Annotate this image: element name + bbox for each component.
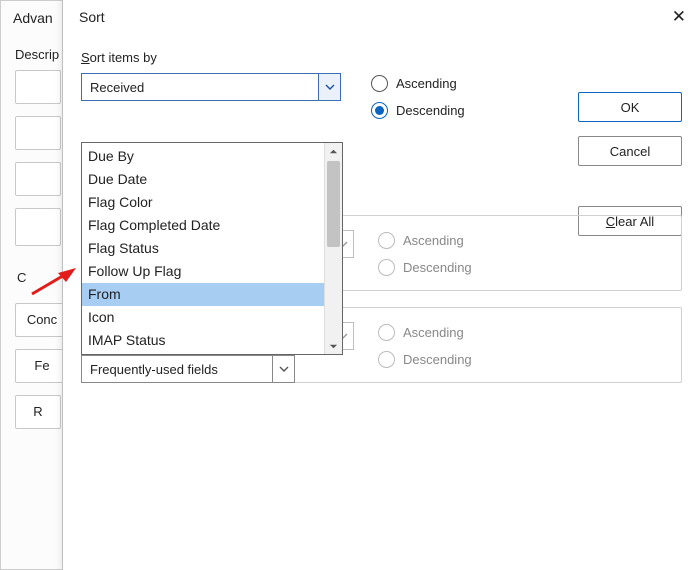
available-fields-value: Frequently-used fields — [90, 362, 218, 377]
sort-title: Sort — [79, 9, 105, 25]
sort-dialog: Sort ✕ OK Cancel Clear All Sort items by… — [62, 0, 700, 570]
descending-label: Descending — [403, 352, 472, 367]
dropdown-item[interactable]: IMAP Status — [82, 329, 324, 352]
radio-icon — [371, 75, 388, 92]
dropdown-scrollbar[interactable] — [324, 143, 342, 354]
scroll-down-icon[interactable] — [325, 338, 342, 354]
under-button-4[interactable] — [15, 208, 61, 246]
available-fields-combo[interactable]: Frequently-used fields — [81, 355, 295, 383]
under-button-2[interactable] — [15, 116, 61, 150]
sort-field-1-combo[interactable]: Received — [81, 73, 341, 101]
radio-icon — [378, 232, 395, 249]
format-button[interactable]: Fe — [15, 349, 69, 383]
sort2-ascending-radio: Ascending — [378, 232, 472, 249]
dropdown-item[interactable]: Flag Completed Date — [82, 214, 324, 237]
radio-icon — [378, 324, 395, 341]
ascending-label: Ascending — [396, 76, 457, 91]
sort-items-by-label: Sort items by — [81, 50, 682, 65]
dropdown-item[interactable]: Due By — [82, 145, 324, 168]
dropdown-item[interactable]: Due Date — [82, 168, 324, 191]
dropdown-item[interactable]: Flag Color — [82, 191, 324, 214]
scroll-thumb[interactable] — [327, 161, 340, 247]
descending-label: Descending — [403, 260, 472, 275]
chevron-down-icon[interactable] — [272, 356, 294, 382]
dropdown-item-from[interactable]: From — [82, 283, 324, 306]
cancel-button[interactable]: Cancel — [578, 136, 682, 166]
sort-field-1-dropdown[interactable]: Due By Due Date Flag Color Flag Complete… — [81, 142, 343, 355]
descending-label: Descending — [396, 103, 465, 118]
under-button-1[interactable] — [15, 70, 61, 104]
ok-button-label: OK — [621, 100, 640, 115]
radio-icon — [371, 102, 388, 119]
scroll-up-icon[interactable] — [325, 143, 342, 159]
dropdown-item[interactable]: Icon — [82, 306, 324, 329]
dropdown-item[interactable]: Follow Up Flag — [82, 260, 324, 283]
dropdown-list: Due By Due Date Flag Color Flag Complete… — [82, 143, 324, 354]
sort-titlebar: Sort ✕ — [63, 0, 700, 34]
sort-field-1-value: Received — [90, 80, 144, 95]
sort3-descending-radio: Descending — [378, 351, 472, 368]
reset-button[interactable]: R — [15, 395, 61, 429]
radio-icon — [378, 259, 395, 276]
close-icon[interactable]: ✕ — [672, 7, 686, 27]
chevron-down-icon[interactable] — [318, 74, 340, 100]
ok-button[interactable]: OK — [578, 92, 682, 122]
radio-icon — [378, 351, 395, 368]
sort3-ascending-radio: Ascending — [378, 324, 472, 341]
under-button-3[interactable] — [15, 162, 61, 196]
cancel-button-label: Cancel — [610, 144, 650, 159]
ascending-label: Ascending — [403, 233, 464, 248]
sort2-descending-radio: Descending — [378, 259, 472, 276]
sort1-descending-radio[interactable]: Descending — [371, 102, 465, 119]
sort1-ascending-radio[interactable]: Ascending — [371, 75, 465, 92]
dropdown-item[interactable]: Flag Status — [82, 237, 324, 260]
conditional-button[interactable]: Conc — [15, 303, 69, 337]
advanced-title: Advan — [13, 10, 53, 26]
ascending-label: Ascending — [403, 325, 464, 340]
